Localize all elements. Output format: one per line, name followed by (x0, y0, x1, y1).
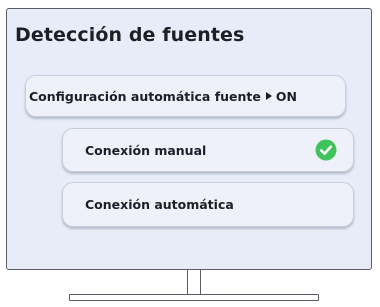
tv-stand-neck (187, 270, 201, 297)
manual-connection-button[interactable]: Conexión manual (62, 128, 354, 172)
tv-illustration: Detección de fuentes Configuración autom… (0, 0, 380, 307)
play-arrow-icon (265, 92, 272, 100)
auto-config-button[interactable]: Configuración automática fuente ON (25, 75, 346, 117)
manual-connection-label: Conexión manual (85, 142, 207, 158)
auto-config-value: ON (275, 88, 297, 104)
automatic-connection-button[interactable]: Conexión automática (62, 182, 354, 227)
auto-config-label: Configuración automática fuente (29, 88, 261, 104)
check-circle-icon (315, 139, 337, 161)
automatic-connection-label: Conexión automática (85, 197, 234, 212)
screen-title: Detección de fuentes (15, 24, 245, 46)
tv-stand-base (69, 294, 319, 301)
